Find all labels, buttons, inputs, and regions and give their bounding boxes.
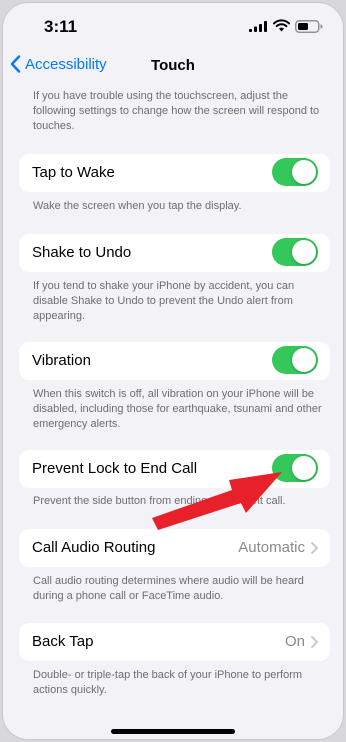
annotation-arrow-icon — [152, 472, 282, 530]
